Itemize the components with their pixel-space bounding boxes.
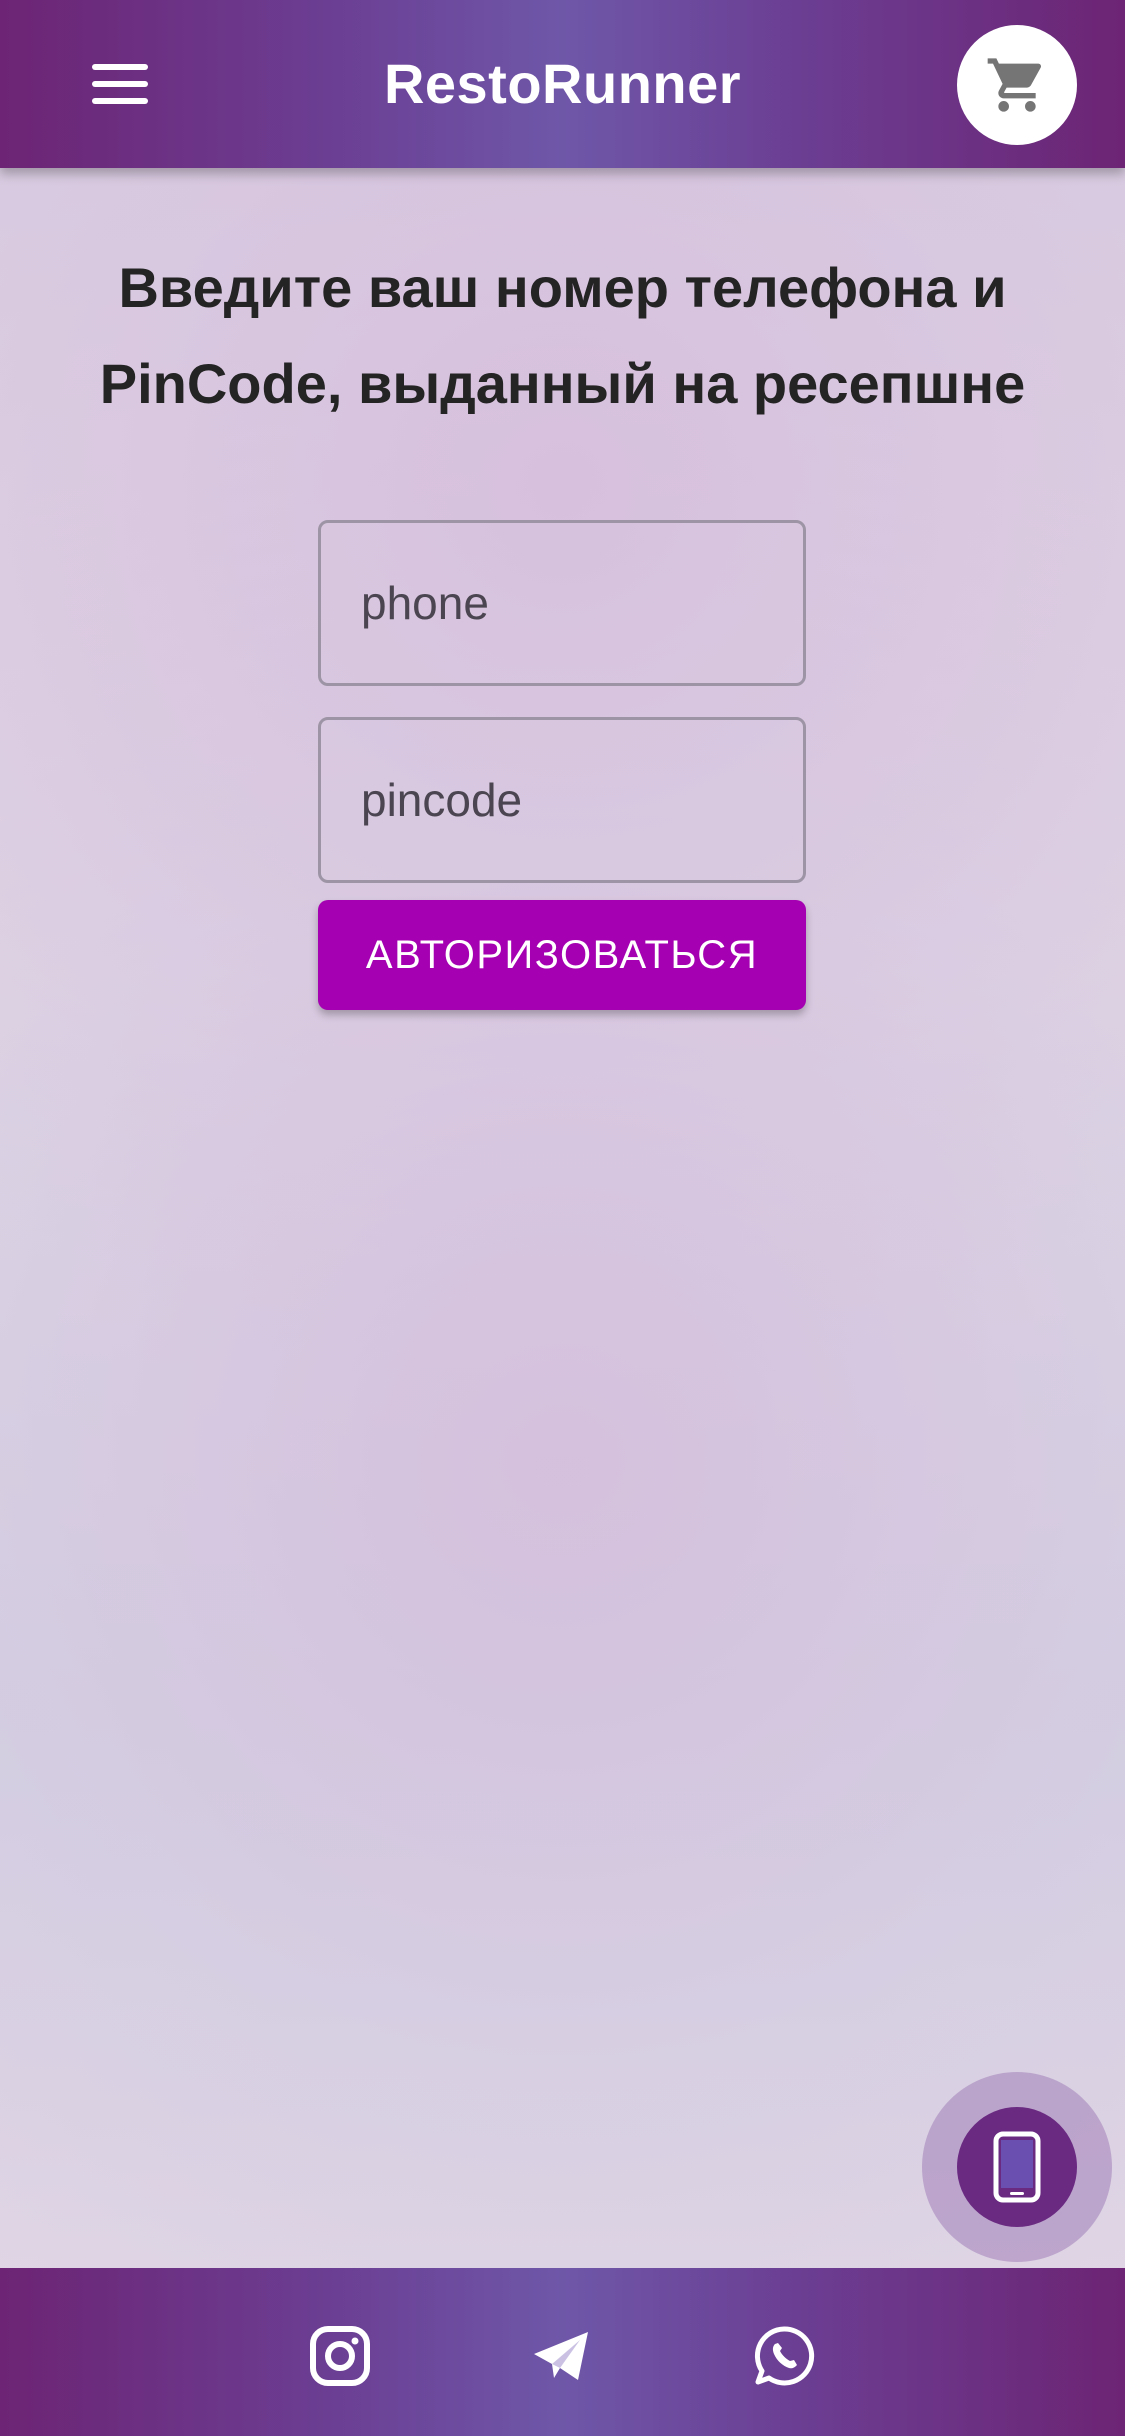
whatsapp-link[interactable] <box>752 2324 816 2388</box>
shopping-cart-icon <box>987 58 1042 112</box>
phone-input[interactable] <box>318 520 806 686</box>
cart-button[interactable] <box>957 25 1077 145</box>
telegram-link[interactable] <box>530 2324 594 2388</box>
instagram-icon <box>310 2326 370 2386</box>
instagram-link[interactable] <box>308 2324 372 2388</box>
login-instructions: Введите ваш номер телефона и PinCode, вы… <box>99 256 1026 415</box>
app-header: RestoRunner <box>0 0 1125 168</box>
pincode-input[interactable] <box>318 717 806 883</box>
mobile-phone-icon <box>993 2131 1041 2203</box>
whatsapp-icon <box>754 2326 815 2386</box>
authorize-button[interactable]: АВТОРИЗОВАТЬСЯ <box>318 900 806 1010</box>
phone-action-button[interactable] <box>957 2107 1077 2227</box>
app-footer <box>0 2268 1125 2436</box>
telegram-icon <box>534 2332 588 2380</box>
